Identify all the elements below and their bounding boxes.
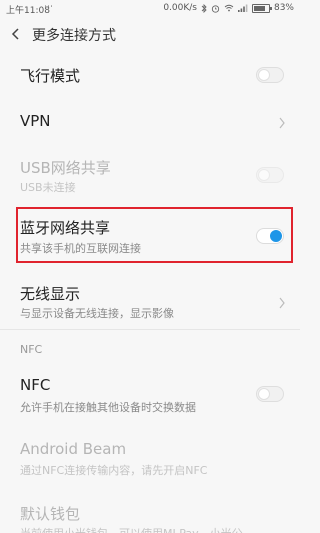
- more-icon: ⋯: [44, 2, 53, 12]
- nfc-toggle[interactable]: [256, 386, 284, 402]
- status-right: 0.00K/s 83%: [163, 3, 294, 13]
- wireless-display-label: 无线显示: [20, 285, 81, 303]
- usb-tethering-sub: USB未连接: [20, 181, 76, 194]
- nfc-sub: 允许手机在接触其他设备时交换数据: [20, 401, 196, 414]
- vpn-label: VPN: [20, 112, 51, 130]
- section-divider: [0, 329, 300, 330]
- nfc-row[interactable]: NFC 允许手机在接触其他设备时交换数据: [0, 375, 300, 419]
- vpn-row[interactable]: VPN: [0, 104, 300, 138]
- bluetooth-tethering-label: 蓝牙网络共享: [20, 219, 111, 237]
- status-bar: 上午11:08 ⋯ 0.00K/s 83%: [0, 0, 300, 17]
- battery-percent: 83%: [273, 3, 294, 13]
- bluetooth-tethering-sub: 共享该手机的互联网连接: [20, 242, 141, 255]
- chevron-right-icon: [279, 117, 285, 129]
- alarm-icon: [211, 4, 220, 13]
- android-beam-row[interactable]: Android Beam 通过NFC连接传输内容，请先开启NFC: [0, 440, 300, 484]
- chevron-right-icon: [279, 297, 285, 309]
- back-arrow-icon[interactable]: [10, 26, 22, 42]
- usb-tethering-row[interactable]: USB网络共享 USB未连接: [0, 153, 300, 197]
- default-wallet-sub: 当前使用小米钱包，可以使用MI Pay、小米公: [20, 525, 243, 533]
- bluetooth-tethering-row[interactable]: 蓝牙网络共享 共享该手机的互联网连接: [0, 213, 300, 257]
- nfc-label: NFC: [20, 376, 51, 394]
- airplane-mode-row[interactable]: 飞行模式: [0, 58, 300, 92]
- airplane-mode-toggle[interactable]: [256, 67, 284, 83]
- bluetooth-icon: [201, 3, 207, 13]
- default-wallet-row[interactable]: 默认钱包 当前使用小米钱包，可以使用MI Pay、小米公: [0, 503, 300, 533]
- usb-tethering-label: USB网络共享: [20, 159, 111, 177]
- android-beam-sub: 通过NFC连接传输内容，请先开启NFC: [20, 464, 208, 477]
- battery-icon: [251, 3, 272, 13]
- wireless-display-row[interactable]: 无线显示 与显示设备无线连接，显示影像: [0, 281, 300, 325]
- usb-tethering-toggle[interactable]: [256, 167, 284, 183]
- android-beam-label: Android Beam: [20, 440, 127, 458]
- app-header: 更多连接方式: [0, 17, 300, 51]
- bluetooth-tethering-toggle[interactable]: [256, 228, 284, 244]
- wifi-icon: [224, 4, 234, 12]
- nfc-section-header: NFC: [20, 343, 43, 356]
- default-wallet-label: 默认钱包: [20, 505, 81, 523]
- airplane-mode-label: 飞行模式: [20, 67, 81, 85]
- signal-icon: [237, 4, 248, 12]
- network-speed: 0.00K/s: [163, 3, 197, 13]
- wireless-display-sub: 与显示设备无线连接，显示影像: [20, 307, 174, 320]
- page-title: 更多连接方式: [32, 28, 116, 44]
